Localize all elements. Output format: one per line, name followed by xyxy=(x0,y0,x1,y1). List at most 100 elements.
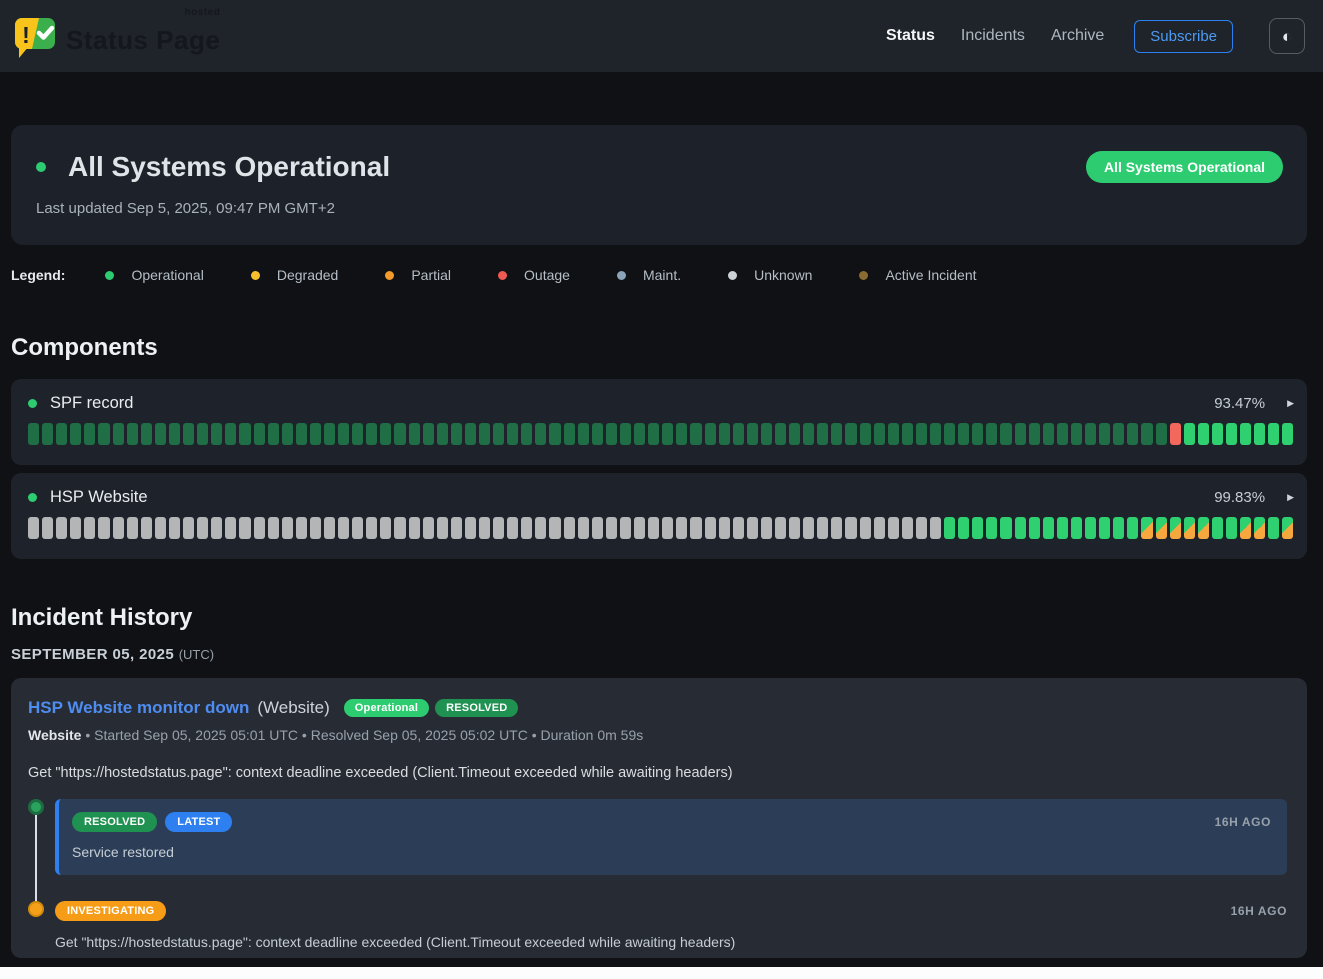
uptime-bar[interactable] xyxy=(282,423,293,445)
uptime-bar[interactable] xyxy=(169,517,180,539)
uptime-bar[interactable] xyxy=(705,423,716,445)
uptime-bar[interactable] xyxy=(1000,517,1011,539)
uptime-bar[interactable] xyxy=(817,517,828,539)
uptime-bar[interactable] xyxy=(338,423,349,445)
uptime-bar[interactable] xyxy=(42,423,53,445)
uptime-bar[interactable] xyxy=(1212,517,1223,539)
uptime-bar[interactable] xyxy=(169,423,180,445)
uptime-bar[interactable] xyxy=(479,517,490,539)
uptime-bar[interactable] xyxy=(141,423,152,445)
uptime-bar[interactable] xyxy=(549,423,560,445)
uptime-bar[interactable] xyxy=(225,517,236,539)
uptime-bar[interactable] xyxy=(761,517,772,539)
uptime-bar[interactable] xyxy=(1071,517,1082,539)
brand-logo[interactable]: ! Status Page hosted xyxy=(12,13,220,59)
expand-arrow-icon[interactable]: ▶ xyxy=(1287,398,1294,409)
uptime-bar[interactable] xyxy=(958,423,969,445)
uptime-bar[interactable] xyxy=(564,517,575,539)
uptime-bar[interactable] xyxy=(127,517,138,539)
uptime-bar[interactable] xyxy=(451,517,462,539)
uptime-bar[interactable] xyxy=(239,423,250,445)
uptime-bar[interactable] xyxy=(507,423,518,445)
uptime-bar[interactable] xyxy=(282,517,293,539)
uptime-bar[interactable] xyxy=(578,423,589,445)
uptime-bar[interactable] xyxy=(944,517,955,539)
uptime-bar[interactable] xyxy=(676,423,687,445)
uptime-bar[interactable] xyxy=(719,423,730,445)
uptime-bar[interactable] xyxy=(620,423,631,445)
uptime-bar[interactable] xyxy=(493,423,504,445)
uptime-bar[interactable] xyxy=(902,517,913,539)
uptime-bar[interactable] xyxy=(28,517,39,539)
uptime-bar[interactable] xyxy=(310,517,321,539)
uptime-bar[interactable] xyxy=(1113,423,1124,445)
uptime-bar[interactable] xyxy=(789,517,800,539)
uptime-bar[interactable] xyxy=(972,517,983,539)
uptime-bar[interactable] xyxy=(1268,517,1279,539)
uptime-bar[interactable] xyxy=(1057,517,1068,539)
uptime-bar[interactable] xyxy=(1043,423,1054,445)
uptime-bar[interactable] xyxy=(1141,517,1152,539)
uptime-bar[interactable] xyxy=(733,517,744,539)
uptime-bar[interactable] xyxy=(1000,423,1011,445)
uptime-bar[interactable] xyxy=(535,517,546,539)
uptime-bar[interactable] xyxy=(930,517,941,539)
uptime-bar[interactable] xyxy=(592,423,603,445)
uptime-bar[interactable] xyxy=(380,423,391,445)
uptime-bar[interactable] xyxy=(451,423,462,445)
uptime-bar[interactable] xyxy=(648,423,659,445)
uptime-bar[interactable] xyxy=(423,517,434,539)
uptime-bar[interactable] xyxy=(1156,517,1167,539)
uptime-bar[interactable] xyxy=(366,517,377,539)
nav-item-archive[interactable]: Archive xyxy=(1051,27,1104,45)
uptime-bar[interactable] xyxy=(521,517,532,539)
uptime-bar[interactable] xyxy=(916,517,927,539)
uptime-bar[interactable] xyxy=(1282,423,1293,445)
uptime-bar[interactable] xyxy=(268,517,279,539)
uptime-bar[interactable] xyxy=(155,517,166,539)
uptime-bar[interactable] xyxy=(874,517,885,539)
uptime-bar[interactable] xyxy=(56,517,67,539)
uptime-bar[interactable] xyxy=(423,423,434,445)
uptime-bar[interactable] xyxy=(733,423,744,445)
uptime-bar[interactable] xyxy=(42,517,53,539)
uptime-bar[interactable] xyxy=(1127,423,1138,445)
uptime-bar[interactable] xyxy=(874,423,885,445)
uptime-bar[interactable] xyxy=(803,517,814,539)
uptime-bar[interactable] xyxy=(197,517,208,539)
uptime-bar[interactable] xyxy=(324,423,335,445)
uptime-bar[interactable] xyxy=(437,517,448,539)
uptime-bar[interactable] xyxy=(1198,423,1209,445)
uptime-bar[interactable] xyxy=(113,517,124,539)
uptime-bar[interactable] xyxy=(930,423,941,445)
theme-toggle-button[interactable]: ◐ xyxy=(1269,18,1305,54)
expand-arrow-icon[interactable]: ▶ xyxy=(1287,492,1294,503)
uptime-bar[interactable] xyxy=(958,517,969,539)
uptime-bar[interactable] xyxy=(479,423,490,445)
uptime-bar[interactable] xyxy=(860,423,871,445)
uptime-bar[interactable] xyxy=(211,423,222,445)
uptime-bar[interactable] xyxy=(564,423,575,445)
incident-title-link[interactable]: HSP Website monitor down xyxy=(28,698,249,718)
uptime-bar[interactable] xyxy=(338,517,349,539)
uptime-bar[interactable] xyxy=(1015,423,1026,445)
uptime-bar[interactable] xyxy=(606,517,617,539)
uptime-bar[interactable] xyxy=(747,423,758,445)
uptime-bar[interactable] xyxy=(1015,517,1026,539)
uptime-bar[interactable] xyxy=(409,423,420,445)
uptime-bar[interactable] xyxy=(1156,423,1167,445)
uptime-bar[interactable] xyxy=(1085,423,1096,445)
uptime-bar[interactable] xyxy=(549,517,560,539)
uptime-bar[interactable] xyxy=(831,517,842,539)
uptime-bar[interactable] xyxy=(1226,423,1237,445)
uptime-bar[interactable] xyxy=(761,423,772,445)
uptime-bar[interactable] xyxy=(690,517,701,539)
uptime-bar[interactable] xyxy=(352,423,363,445)
uptime-bar[interactable] xyxy=(676,517,687,539)
uptime-bar[interactable] xyxy=(352,517,363,539)
uptime-bar[interactable] xyxy=(394,423,405,445)
uptime-bar[interactable] xyxy=(268,423,279,445)
uptime-bar[interactable] xyxy=(1226,517,1237,539)
uptime-bar[interactable] xyxy=(1071,423,1082,445)
uptime-bar[interactable] xyxy=(225,423,236,445)
